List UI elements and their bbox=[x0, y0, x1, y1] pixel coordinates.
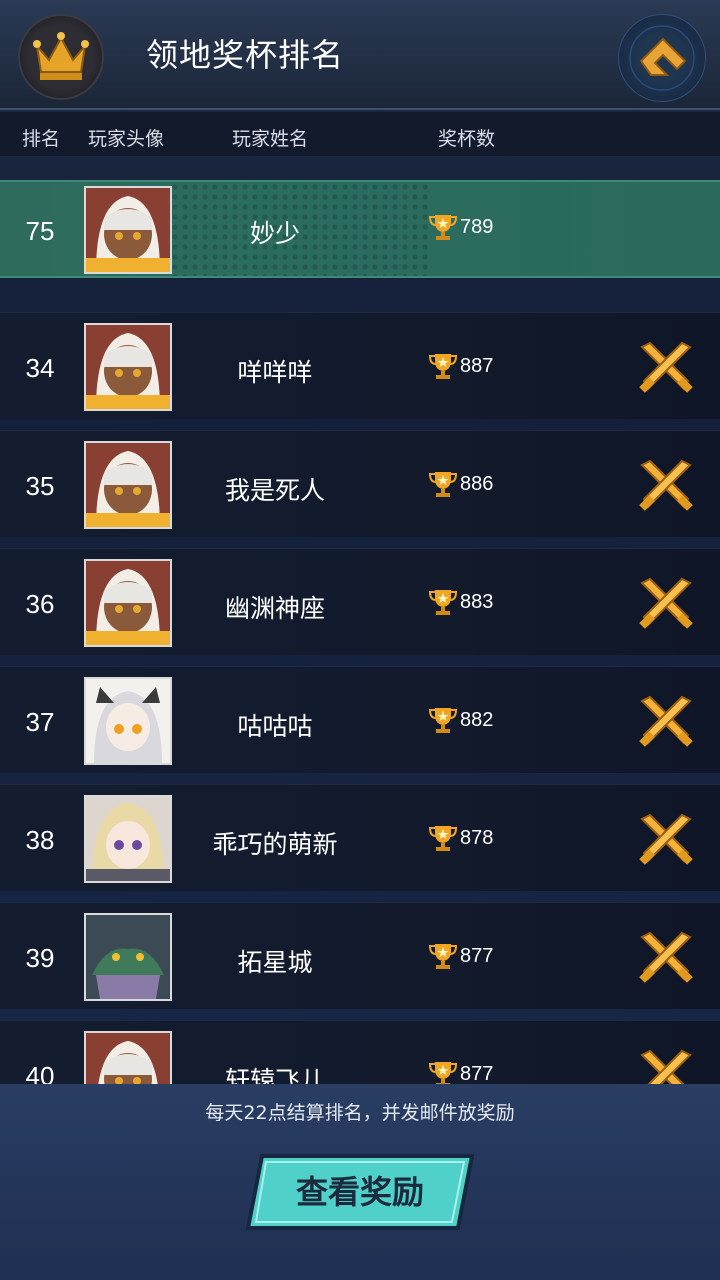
crossed-swords-icon bbox=[639, 341, 693, 393]
trophy-count: 883 bbox=[460, 590, 494, 613]
list-item: 35 我是死人 886 bbox=[0, 430, 720, 537]
list-item: 36 幽渊神座 883 bbox=[0, 548, 720, 655]
col-name: 玩家姓名 bbox=[232, 128, 309, 150]
trophy-icon bbox=[428, 944, 458, 969]
column-header: 排名 玩家头像 玩家姓名 奖杯数 bbox=[0, 112, 720, 156]
trophy-icon bbox=[428, 472, 458, 497]
crossed-swords-icon bbox=[639, 695, 693, 747]
avatar[interactable] bbox=[84, 441, 172, 529]
avatar[interactable] bbox=[84, 677, 172, 765]
trophy-icon bbox=[428, 1062, 458, 1084]
list-item: 40 轩辕飞儿 877 bbox=[0, 1020, 720, 1084]
trophy-count: 877 bbox=[460, 1062, 494, 1085]
battle-button[interactable] bbox=[636, 691, 696, 751]
battle-button[interactable] bbox=[636, 573, 696, 633]
my-rank-row: 75 妙少 789 bbox=[0, 180, 720, 278]
avatar[interactable] bbox=[84, 323, 172, 411]
battle-button[interactable] bbox=[636, 337, 696, 397]
trophy-count: 878 bbox=[460, 826, 494, 849]
avatar[interactable] bbox=[84, 795, 172, 883]
crossed-swords-icon bbox=[639, 931, 693, 983]
settlement-note: 每天22点结算排名，并发邮件放奖励 bbox=[205, 1102, 515, 1124]
battle-button[interactable] bbox=[636, 455, 696, 515]
trophy-count: 887 bbox=[460, 354, 494, 377]
battle-button[interactable] bbox=[636, 1045, 696, 1084]
back-icon bbox=[629, 25, 695, 91]
crossed-swords-icon bbox=[639, 813, 693, 865]
trophy-icon bbox=[428, 590, 458, 615]
trophy-count: 886 bbox=[460, 472, 494, 495]
rank-number: 40 bbox=[25, 1061, 55, 1084]
my-trophy-count: 789 bbox=[460, 215, 494, 238]
page-title: 领地奖杯排名 bbox=[146, 36, 345, 74]
trophy-icon bbox=[428, 826, 458, 851]
top-bar: 领地奖杯排名 bbox=[0, 0, 720, 110]
trophy-icon bbox=[428, 708, 458, 733]
trophy-icon bbox=[428, 215, 458, 240]
avatar[interactable] bbox=[84, 913, 172, 1001]
list-item: 34 咩咩咩 887 bbox=[0, 312, 720, 419]
player-name: 乖巧的萌新 bbox=[212, 830, 338, 859]
trophy-count: 882 bbox=[460, 708, 494, 731]
trophy-icon bbox=[428, 354, 458, 379]
battle-button[interactable] bbox=[636, 809, 696, 869]
view-rewards-label: 查看奖励 bbox=[295, 1173, 424, 1211]
list-item: 37 咕咕咕 882 bbox=[0, 666, 720, 773]
player-name: 拓星城 bbox=[237, 948, 313, 977]
crossed-swords-icon bbox=[639, 577, 693, 629]
player-name: 咩咩咩 bbox=[237, 358, 313, 387]
rank-number: 34 bbox=[25, 353, 55, 383]
rank-number: 37 bbox=[25, 707, 55, 737]
player-name: 幽渊神座 bbox=[224, 594, 325, 623]
rank-number: 36 bbox=[25, 589, 55, 619]
col-avatar: 玩家头像 bbox=[88, 128, 165, 150]
avatar[interactable] bbox=[84, 559, 172, 647]
rank-number: 35 bbox=[25, 471, 55, 501]
rank-number: 39 bbox=[25, 943, 55, 973]
my-avatar bbox=[84, 186, 172, 274]
my-rank: 75 bbox=[25, 216, 55, 246]
rank-number: 38 bbox=[25, 825, 55, 855]
col-trophies: 奖杯数 bbox=[438, 128, 496, 150]
crossed-swords-icon bbox=[640, 1049, 692, 1084]
battle-button[interactable] bbox=[636, 927, 696, 987]
player-name: 我是死人 bbox=[224, 476, 325, 505]
col-rank: 排名 bbox=[22, 128, 61, 150]
ranking-list[interactable]: 34 咩咩咩 887 35 我是死人 886 36 幽渊神座 883 37 咕咕… bbox=[0, 312, 720, 1084]
footer-panel: 每天22点结算排名，并发邮件放奖励 查看奖励 bbox=[0, 1084, 720, 1280]
crown-icon bbox=[33, 32, 89, 80]
my-name: 妙少 bbox=[249, 219, 300, 248]
player-name: 轩辕飞儿 bbox=[224, 1066, 325, 1084]
view-rewards-button[interactable]: 查看奖励 bbox=[245, 1154, 475, 1230]
back-button[interactable] bbox=[618, 14, 706, 102]
crossed-swords-icon bbox=[639, 459, 693, 511]
trophy-count: 877 bbox=[460, 944, 494, 967]
list-item: 38 乖巧的萌新 878 bbox=[0, 784, 720, 891]
crown-badge bbox=[18, 14, 104, 100]
avatar[interactable] bbox=[84, 1031, 172, 1084]
list-item: 39 拓星城 877 bbox=[0, 902, 720, 1009]
player-name: 咕咕咕 bbox=[237, 712, 313, 741]
